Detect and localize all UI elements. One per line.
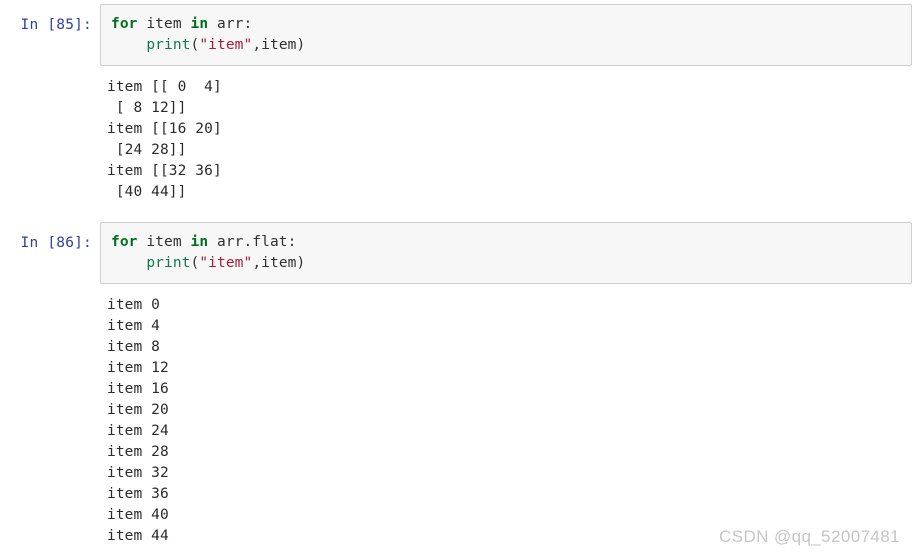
output-line: item 16 <box>107 381 169 397</box>
output-line: item 32 <box>107 465 169 481</box>
string-literal: "item" <box>199 255 253 271</box>
output-line: item 24 <box>107 423 169 439</box>
output-line: item 4 <box>107 318 160 334</box>
output-line: [40 44]] <box>107 184 187 200</box>
cell-output-spacer-1 <box>0 66 912 77</box>
function-print: print <box>146 255 191 271</box>
keyword-in: in <box>190 234 209 250</box>
paren-open: ( <box>190 255 200 271</box>
input-prompt-86: In [86]: <box>20 235 92 251</box>
jupyter-notebook: In [85]: for item in arr: print("item",i… <box>0 0 912 547</box>
paren-close: ) <box>296 255 306 271</box>
keyword-in: in <box>190 16 209 32</box>
comma: , <box>252 255 262 271</box>
paren-open: ( <box>190 37 200 53</box>
output-line: item 8 <box>107 339 160 355</box>
output-line: [24 28]] <box>107 142 187 158</box>
output-line: item 36 <box>107 486 169 502</box>
keyword-for: for <box>111 16 138 32</box>
between-cells-spacer <box>0 203 912 222</box>
comma: , <box>252 37 262 53</box>
output-line: item [[16 20] <box>107 121 222 137</box>
paren-close: ) <box>296 37 306 53</box>
output-line: [ 8 12]] <box>107 100 187 116</box>
output-line: item 0 <box>107 297 160 313</box>
cell-output-85: item [[ 0 4] [ 8 12]] item [[16 20] [24 … <box>0 77 912 203</box>
function-print: print <box>146 37 191 53</box>
notebook-cell-85[interactable]: In [85]: for item in arr: print("item",i… <box>0 4 912 66</box>
iterable-target: arr.flat: <box>208 234 297 250</box>
string-literal: "item" <box>199 37 253 53</box>
output-stream-85: item [[ 0 4] [ 8 12]] item [[16 20] [24 … <box>100 77 912 203</box>
output-line: item 12 <box>107 360 169 376</box>
output-line: item [[32 36] <box>107 163 222 179</box>
code-line-1: for item in arr.flat: <box>111 232 911 253</box>
csdn-watermark: CSDN @qq_52007481 <box>719 527 900 546</box>
iterable-target: arr: <box>208 16 253 32</box>
code-line-2: print("item",item) <box>111 35 911 56</box>
code-line-1: for item in arr: <box>111 14 911 35</box>
code-line-2: print("item",item) <box>111 253 911 274</box>
output-line: item [[ 0 4] <box>107 79 222 95</box>
code-editor-86[interactable]: for item in arr.flat: print("item",item) <box>100 222 912 284</box>
argument-item: item <box>261 255 297 271</box>
loop-variable: item <box>137 16 191 32</box>
output-line: item 28 <box>107 444 169 460</box>
loop-variable: item <box>137 234 191 250</box>
notebook-cell-86[interactable]: In [86]: for item in arr.flat: print("it… <box>0 222 912 284</box>
argument-item: item <box>261 37 297 53</box>
code-editor-85[interactable]: for item in arr: print("item",item) <box>100 4 912 66</box>
output-line: item 40 <box>107 507 169 523</box>
input-prompt-85: In [85]: <box>20 17 92 33</box>
cell-output-86: item 0 item 4 item 8 item 12 item 16 ite… <box>0 295 912 547</box>
output-stream-86: item 0 item 4 item 8 item 12 item 16 ite… <box>100 295 912 547</box>
keyword-for: for <box>111 234 138 250</box>
cell-output-spacer-2 <box>0 284 912 295</box>
output-line: item 20 <box>107 402 169 418</box>
